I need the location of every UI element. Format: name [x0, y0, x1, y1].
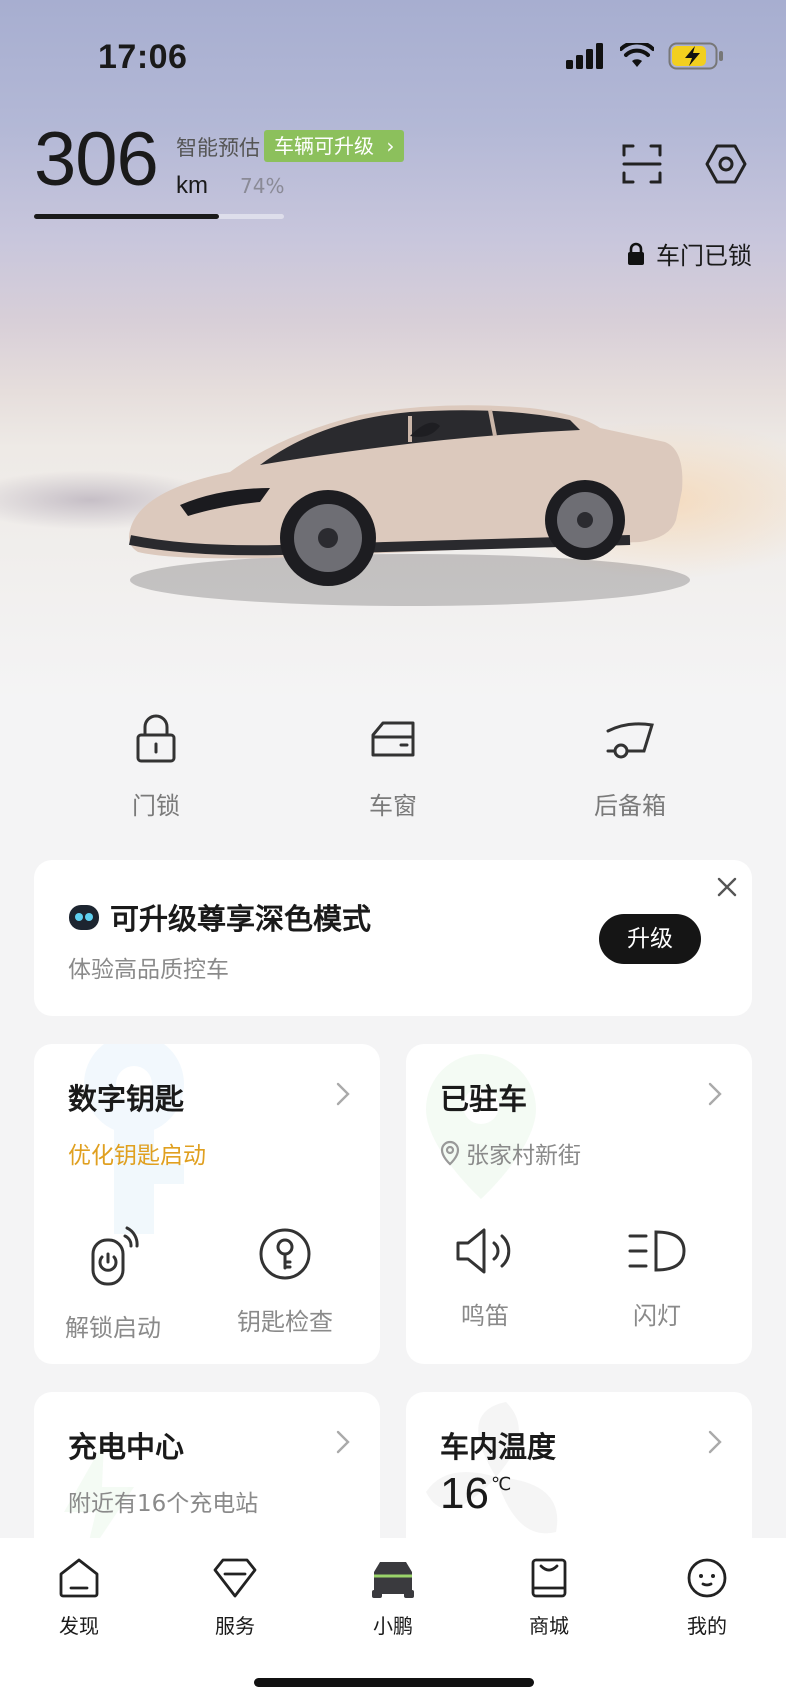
door-lock-label: 门锁	[132, 792, 180, 820]
tab-profile[interactable]: 我的	[652, 1556, 762, 1639]
parked-title: 已驻车	[440, 1082, 528, 1116]
location-pin-icon	[440, 1140, 460, 1166]
upgrade-button[interactable]: 升级	[599, 914, 701, 964]
horn-speaker-icon	[456, 1228, 511, 1274]
chevron-right-icon	[336, 1082, 350, 1106]
battery-percent: 74%	[240, 174, 285, 198]
upgrade-tag-label: 车辆可升级	[274, 134, 374, 158]
wifi-icon	[620, 43, 654, 67]
charging-center-title: 充电中心	[68, 1430, 185, 1464]
window-label: 车窗	[369, 792, 417, 820]
door-lock-action[interactable]: 门锁	[76, 706, 236, 821]
car-icon	[372, 1562, 414, 1598]
scan-icon	[622, 144, 662, 184]
tab-service-label: 服务	[215, 1614, 255, 1638]
parked-card[interactable]: 已驻车 张家村新街 鸣笛 闪灯	[406, 1044, 752, 1364]
cabin-temperature-title: 车内温度	[440, 1430, 557, 1464]
chevron-right-icon	[708, 1430, 722, 1454]
range-value: 306	[34, 117, 159, 202]
horn-action[interactable]: 鸣笛	[410, 1226, 560, 1331]
signal-icon	[566, 43, 603, 69]
padlock-icon	[136, 714, 176, 763]
window-action[interactable]: 车窗	[313, 706, 473, 821]
battery-bar	[34, 214, 284, 219]
hexagon-settings-icon	[705, 144, 747, 184]
promo-title: 可升级尊享深色模式	[110, 902, 372, 936]
trunk-label: 后备箱	[594, 792, 666, 820]
horn-label: 鸣笛	[461, 1302, 509, 1330]
tab-shop-label: 商城	[529, 1614, 569, 1638]
close-icon	[717, 877, 737, 897]
chevron-right-icon	[708, 1082, 722, 1106]
dark-mode-promo-card: 可升级尊享深色模式 体验高品质控车 升级	[34, 860, 752, 1016]
promo-close-button[interactable]	[716, 876, 738, 902]
home-indicator[interactable]	[254, 1678, 534, 1687]
quick-actions-row: 门锁 车窗 后备箱	[0, 706, 786, 826]
tab-shop[interactable]: 商城	[494, 1556, 604, 1639]
car-window-icon	[371, 721, 415, 757]
flash-lights-label: 闪灯	[633, 1302, 681, 1330]
lock-status-text: 车门已锁	[656, 242, 752, 270]
robot-mascot-icon	[69, 905, 99, 930]
profile-icon	[687, 1558, 727, 1598]
range-unit: km	[176, 172, 208, 199]
range-estimate-label: 智能预估	[176, 136, 260, 160]
digital-key-card[interactable]: 数字钥匙 优化钥匙启动 解锁启动 钥匙检查	[34, 1044, 380, 1364]
vehicle-upgrade-tag[interactable]: 车辆可升级 ›	[264, 130, 405, 162]
lock-icon	[628, 242, 644, 265]
hero-area: 17:06 306 km 智能预估 车辆可升级 › 74% 车门已锁	[0, 0, 786, 700]
tab-discover-label: 发现	[59, 1614, 99, 1638]
car-image	[129, 405, 690, 606]
location-watermark-icon	[426, 1054, 536, 1199]
battery-charging-icon	[668, 42, 723, 70]
discover-icon	[59, 1558, 99, 1598]
status-time: 17:06	[98, 38, 188, 76]
door-lock-status: 车门已锁	[626, 236, 752, 271]
chevron-right-icon	[336, 1430, 350, 1454]
promo-title-row: 可升级尊享深色模式	[68, 896, 371, 938]
tab-xpeng-label: 小鹏	[373, 1614, 413, 1638]
trunk-icon	[606, 722, 654, 759]
tab-service[interactable]: 服务	[180, 1556, 290, 1639]
parked-location: 张家村新街	[440, 1136, 581, 1170]
status-bar: 17:06	[0, 0, 786, 110]
settings-button[interactable]	[700, 138, 752, 190]
cabin-temperature-value: 16	[440, 1469, 489, 1518]
cabin-temperature-unit: ℃	[490, 1474, 512, 1495]
charging-center-subtitle: 附近有16个充电站	[68, 1491, 259, 1517]
digital-key-title: 数字钥匙	[68, 1082, 185, 1116]
promo-subtitle: 体验高品质控车	[68, 957, 229, 983]
cabin-temperature-readout: 16 ℃	[440, 1472, 511, 1516]
tab-profile-label: 我的	[687, 1614, 727, 1638]
status-icons	[566, 42, 724, 70]
key-fob-power-icon	[91, 1226, 139, 1286]
unlock-start-action[interactable]: 解锁启动	[38, 1226, 188, 1343]
key-check-action[interactable]: 钥匙检查	[210, 1226, 360, 1337]
parked-location-text: 张家村新街	[466, 1143, 581, 1169]
chevron-right-icon: ›	[386, 134, 395, 158]
headlight-icon	[628, 1230, 686, 1272]
tab-xpeng[interactable]: 小鹏	[338, 1556, 448, 1639]
scan-button[interactable]	[616, 138, 668, 190]
unlock-start-label: 解锁启动	[65, 1314, 161, 1342]
flash-lights-action[interactable]: 闪灯	[582, 1226, 732, 1331]
service-icon	[213, 1558, 257, 1598]
range-display: 306 km 智能预估	[34, 117, 260, 202]
tab-discover[interactable]: 发现	[24, 1556, 134, 1639]
shop-icon	[531, 1558, 567, 1598]
digital-key-subtitle: 优化钥匙启动	[68, 1143, 206, 1169]
key-check-label: 钥匙检查	[237, 1308, 333, 1336]
key-check-icon	[259, 1228, 311, 1280]
battery-bar-fill	[34, 214, 219, 219]
trunk-action[interactable]: 后备箱	[550, 706, 710, 821]
